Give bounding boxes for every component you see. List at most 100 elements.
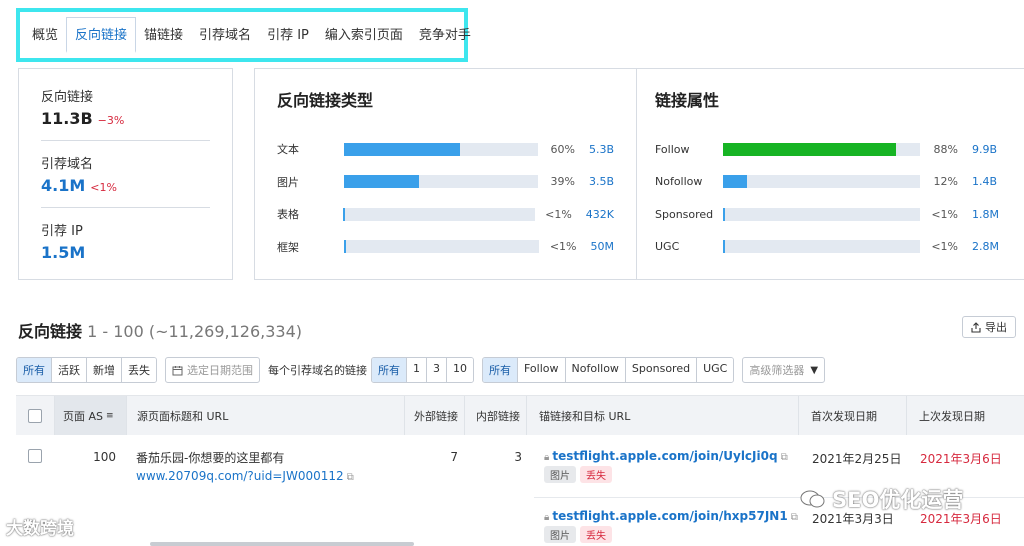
backlink-type-row: 框架 <1% 50M — [277, 231, 614, 264]
row-source-url[interactable]: www.20709q.com/?uid=JW000112 — [136, 469, 344, 483]
link-type-sponsored[interactable]: Sponsored — [625, 358, 698, 382]
link-attribute-percent: <1% — [931, 240, 958, 254]
sort-icon: ≡ — [106, 410, 114, 421]
link-type-all[interactable]: 所有 — [483, 358, 518, 382]
watermark-left-text: 大数跨境 — [6, 519, 74, 539]
select-all-checkbox[interactable] — [28, 408, 42, 423]
tag-image: 图片 — [544, 466, 576, 483]
per-domain-label: 每个引荐域名的链接 — [268, 364, 367, 377]
per-domain-all[interactable]: 所有 — [372, 358, 407, 382]
row-source-title: 番茄乐园-你想要的这里都有 — [136, 451, 285, 465]
backlink-type-row: 文本 60% 5.3B — [277, 133, 614, 166]
tab-referring-ips[interactable]: 引荐 IP — [259, 18, 317, 51]
advanced-filter-button[interactable]: 高级筛选器 ▼ — [742, 357, 826, 383]
external-link-icon[interactable]: ⧉ — [347, 472, 354, 483]
summary-ref-ips-value[interactable]: 1.5M — [41, 243, 85, 262]
wechat-icon — [800, 490, 825, 508]
header-last-seen[interactable]: 上次发现日期 — [906, 396, 1024, 435]
link-type-nofollow[interactable]: Nofollow — [565, 358, 626, 382]
tab-overview[interactable]: 概览 — [24, 18, 66, 51]
chevron-down-icon: ▼ — [810, 364, 819, 376]
backlink-type-value-link[interactable]: 3.5B — [589, 175, 614, 188]
tab-competitors[interactable]: 竞争对手 — [411, 18, 479, 51]
tab-referring-domains[interactable]: 引荐域名 — [191, 18, 259, 51]
summary-backlinks: 反向链接 11.3B −3% — [41, 86, 210, 140]
link-attribute-value-link[interactable]: 1.4B — [972, 175, 997, 188]
tab-anchors[interactable]: 锚链接 — [136, 18, 191, 51]
watermark-right-text: SEO优化运营 — [832, 488, 964, 512]
backlink-types-chart: 反向链接类型 文本 60% 5.3B 图片 39% 3.5B 表格 <1% 432K 框架 <1% 5… — [255, 69, 637, 279]
header-anchor-label: 锚链接和目标 URL — [539, 409, 631, 423]
backlink-types-title: 反向链接类型 — [277, 91, 374, 110]
link-attribute-value-link[interactable]: 9.9B — [972, 143, 997, 156]
tag-lost: 丢失 — [580, 526, 612, 543]
link-attribute-bar — [723, 207, 725, 221]
row-first-seen: 2021年2月25日 — [812, 452, 902, 466]
date-range-button[interactable]: 选定日期范围 — [165, 357, 260, 383]
table-header: 页面 AS ≡ 源页面标题和 URL 外部链接 内部链接 锚链接和目标 URL … — [16, 395, 1024, 435]
tab-indexed-pages[interactable]: 编入索引页面 — [317, 18, 411, 51]
link-attribute-bar — [723, 240, 725, 254]
per-domain-filter: 所有 1 3 10 — [371, 357, 474, 383]
backlink-type-value-link[interactable]: 50M — [591, 240, 615, 253]
link-attribute-bar-track — [723, 175, 920, 189]
status-filter: 所有 活跃 新增 丢失 — [16, 357, 157, 383]
link-attribute-percent: <1% — [931, 207, 958, 221]
row-anchor: 🔒︎ testflight.apple.com/join/hxp57JN1 ⧉ 图片… — [544, 509, 806, 543]
backlink-type-row: 表格 <1% 432K — [277, 198, 614, 231]
backlink-type-value-link[interactable]: 5.3B — [589, 143, 614, 156]
lock-icon: 🔒︎ — [544, 452, 550, 463]
summary-ref-domains: 引荐域名 4.1M <1% — [41, 140, 210, 207]
link-attribute-percent: 12% — [933, 175, 958, 189]
tag-image: 图片 — [544, 526, 576, 543]
row-page-as: 100 — [93, 450, 116, 464]
status-active[interactable]: 活跃 — [52, 358, 87, 382]
backlink-type-label: 框架 — [277, 240, 299, 254]
link-attribute-label: Follow — [655, 142, 690, 156]
per-domain-10[interactable]: 10 — [447, 358, 473, 382]
link-attribute-value-link[interactable]: 2.8M — [972, 240, 999, 253]
backlink-type-label: 表格 — [277, 208, 299, 222]
external-link-icon[interactable]: ⧉ — [781, 452, 788, 463]
horizontal-scrollbar[interactable] — [150, 542, 414, 546]
link-attribute-bar — [723, 175, 747, 189]
header-first-seen[interactable]: 首次发现日期 — [798, 396, 906, 435]
row-source: 番茄乐园-你想要的这里都有 www.20709q.com/?uid=JW0001… — [136, 449, 406, 483]
header-first-seen-label: 首次发现日期 — [811, 409, 877, 423]
status-lost[interactable]: 丢失 — [122, 358, 156, 382]
external-link-icon[interactable]: ⧉ — [791, 512, 798, 523]
header-page-as[interactable]: 页面 AS ≡ — [54, 396, 126, 435]
header-page-as-label: 页面 AS — [63, 409, 104, 423]
per-domain-1[interactable]: 1 — [407, 358, 427, 382]
row-checkbox[interactable] — [28, 449, 42, 463]
summary-ref-domains-delta: <1% — [90, 181, 117, 194]
backlink-type-value-link[interactable]: 432K — [586, 208, 614, 221]
row-internal: 3 — [514, 450, 522, 464]
header-source: 源页面标题和 URL — [126, 396, 404, 435]
link-attribute-value-link[interactable]: 1.8M — [972, 208, 999, 221]
row-target-url[interactable]: testflight.apple.com/join/hxp57JN1 — [552, 509, 787, 523]
lock-icon: 🔒︎ — [544, 512, 550, 523]
header-internal[interactable]: 内部链接 — [464, 396, 526, 435]
link-type-ugc[interactable]: UGC — [697, 358, 734, 382]
header-internal-label: 内部链接 — [476, 409, 520, 423]
status-all[interactable]: 所有 — [17, 358, 52, 382]
summary-ref-ips-label: 引荐 IP — [41, 224, 83, 239]
calendar-icon — [172, 365, 183, 375]
link-attributes-title: 链接属性 — [655, 91, 720, 110]
per-domain-3[interactable]: 3 — [427, 358, 447, 382]
link-type-filter: 所有 Follow Nofollow Sponsored UGC — [482, 357, 735, 383]
link-attribute-row: UGC <1% 2.8M — [655, 231, 1002, 264]
tab-backlinks[interactable]: 反向链接 — [66, 17, 137, 53]
link-attributes-chart: 链接属性 Follow 88% 9.9B Nofollow 12% 1.4B Sponsor… — [637, 69, 1024, 279]
link-type-follow[interactable]: Follow — [518, 358, 566, 382]
status-new[interactable]: 新增 — [87, 358, 122, 382]
backlink-type-bar-track — [343, 175, 538, 189]
row-target-url[interactable]: testflight.apple.com/join/UylcJi0q — [552, 449, 777, 463]
header-checkbox-cell — [16, 396, 54, 435]
export-button[interactable]: 导出 — [962, 316, 1016, 338]
header-external[interactable]: 外部链接 — [404, 396, 464, 435]
summary-ref-domains-value[interactable]: 4.1M — [41, 176, 85, 195]
summary-ref-ips: 引荐 IP 1.5M — [41, 207, 210, 274]
summary-backlinks-value: 11.3B — [41, 109, 93, 128]
